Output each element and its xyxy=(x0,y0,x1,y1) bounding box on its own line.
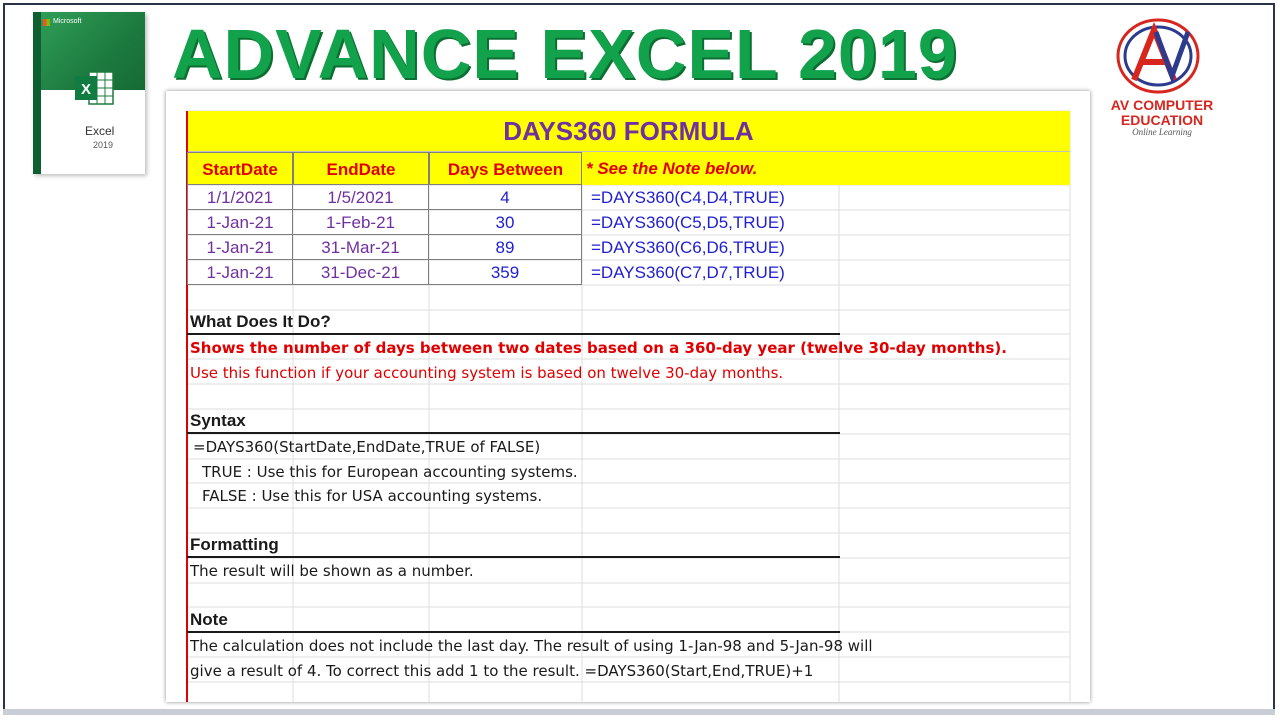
formatting-description: The result will be shown as a number. xyxy=(190,562,474,580)
what-description-bold: Shows the number of days between two dat… xyxy=(190,339,1007,357)
section-divider xyxy=(187,333,840,335)
section-heading-syntax: Syntax xyxy=(190,411,246,430)
svg-text:X: X xyxy=(81,81,91,98)
syntax-false-note: FALSE : Use this for USA accounting syst… xyxy=(202,487,543,505)
brand-label: Microsoft xyxy=(53,18,82,25)
section-heading-formatting: Formatting xyxy=(190,535,279,554)
product-name: Excel xyxy=(85,124,115,138)
product-version: 2019 xyxy=(93,140,114,150)
note-header: * See the Note below. xyxy=(586,159,758,178)
section-divider xyxy=(187,556,840,558)
section-heading-what: What Does It Do? xyxy=(190,312,331,331)
cell-end-date[interactable]: 1/5/2021 xyxy=(293,185,429,210)
spreadsheet-area: DAYS360 FORMULA StartDate EndDate Days B… xyxy=(166,91,1090,702)
section-divider xyxy=(187,432,840,434)
cell-days-between[interactable]: 30 xyxy=(429,210,582,235)
cell-end-date[interactable]: 31-Dec-21 xyxy=(293,260,429,285)
cell-days-between[interactable]: 4 xyxy=(429,185,582,210)
cell-start-date[interactable]: 1-Jan-21 xyxy=(187,235,293,260)
syntax-true-note: TRUE : Use this for European accounting … xyxy=(202,463,578,481)
what-description: Use this function if your accounting sys… xyxy=(190,364,784,382)
note-line-2: give a result of 4. To correct this add … xyxy=(190,662,814,680)
page-title: ADVANCE EXCEL 2019 xyxy=(172,15,958,93)
section-heading-note: Note xyxy=(190,610,228,629)
cell-end-date[interactable]: 1-Feb-21 xyxy=(293,210,429,235)
cell-formula[interactable]: =DAYS360(C7,D7,TRUE) xyxy=(591,260,785,285)
logo-line-2: EDUCATION xyxy=(1120,112,1204,128)
cell-formula[interactable]: =DAYS360(C4,D4,TRUE) xyxy=(591,185,785,210)
box-spine xyxy=(33,12,41,174)
microsoft-logo-icon xyxy=(43,19,50,26)
cell-formula[interactable]: =DAYS360(C5,D5,TRUE) xyxy=(591,210,785,235)
cell-start-date[interactable]: 1/1/2021 xyxy=(187,185,293,210)
column-header-days-between: Days Between xyxy=(429,152,582,185)
section-divider xyxy=(187,631,840,633)
excel-icon: X xyxy=(75,70,115,110)
cell-end-date[interactable]: 31-Mar-21 xyxy=(293,235,429,260)
logo-tagline: Online Learning xyxy=(1132,127,1192,137)
cell-start-date[interactable]: 1-Jan-21 xyxy=(187,210,293,235)
column-header-enddate: EndDate xyxy=(293,152,429,185)
column-header-startdate: StartDate xyxy=(187,152,293,185)
excel-2019-box-image: Microsoft X Excel 2019 xyxy=(33,12,145,174)
frame-bottom-bar xyxy=(3,709,1275,715)
cell-days-between[interactable]: 359 xyxy=(429,260,582,285)
note-line-1: The calculation does not include the las… xyxy=(190,637,873,655)
logo-line-1: AV COMPUTER xyxy=(1110,97,1214,113)
cell-start-date[interactable]: 1-Jan-21 xyxy=(187,260,293,285)
cell-formula[interactable]: =DAYS360(C6,D6,TRUE) xyxy=(591,235,785,260)
cell-days-between[interactable]: 89 xyxy=(429,235,582,260)
syntax-formula: =DAYS360(StartDate,EndDate,TRUE of FALSE… xyxy=(193,438,541,456)
formula-title: DAYS360 FORMULA xyxy=(503,116,754,146)
